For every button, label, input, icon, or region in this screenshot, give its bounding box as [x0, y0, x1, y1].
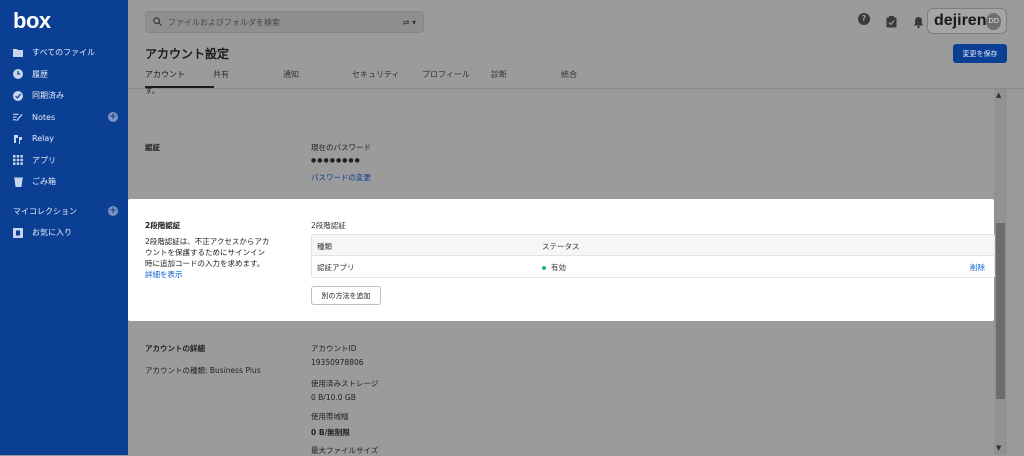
bandwidth-label: 使用帯域幅 — [311, 412, 349, 421]
scroll-thumb[interactable] — [996, 223, 1005, 399]
sidebar-item-label: Relay — [32, 134, 54, 144]
box-logo[interactable]: box — [13, 8, 51, 34]
account-type: アカウントの種類: Business Plus — [145, 366, 261, 375]
sidebar-item-label: お気に入り — [32, 228, 72, 238]
tab-sharing[interactable]: 共有 — [213, 69, 229, 80]
details-link[interactable]: 詳細を表示 — [145, 270, 183, 279]
sidebar-item-label: すべてのファイル — [32, 48, 96, 58]
scroll-up-arrow-icon[interactable]: ▲ — [996, 91, 1001, 99]
account-menu[interactable]: dejiren DD — [927, 8, 1007, 34]
method-type: 認証アプリ — [317, 263, 355, 272]
sidebar-nav: すべてのファイル 履歴 同期済み Notes + Relay アプリ ごみ箱 マ… — [0, 42, 128, 244]
delete-method-link[interactable]: 削除 — [970, 262, 985, 273]
page-title: アカウント設定 — [145, 47, 230, 61]
folder-icon — [13, 48, 23, 58]
sidebar-item-all-files[interactable]: すべてのファイル — [0, 42, 128, 64]
account-id-label: アカウントID — [311, 344, 357, 353]
two-factor-description-text: 2段階認証は、不正アクセスからアカウントを保護するためにサインイン時に追加コード… — [145, 237, 270, 268]
sidebar-item-label: 同期済み — [32, 91, 64, 101]
search-input[interactable]: ファイルおよびフォルダを検索 — [168, 17, 403, 28]
collections-label: マイコレクション — [13, 206, 77, 216]
search-filter-icon[interactable]: ⇌ ▾ — [403, 18, 416, 27]
relay-icon — [13, 134, 23, 144]
column-type: 種類 — [317, 242, 332, 251]
sidebar: box すべてのファイル 履歴 同期済み Notes + Relay アプリ ご… — [0, 0, 128, 455]
brand-logo: dejiren — [934, 12, 987, 29]
table-row: 認証アプリ 有効 削除 — [312, 256, 994, 277]
current-password-label: 現在のパスワード — [311, 143, 371, 152]
notes-icon — [13, 112, 23, 122]
clock-icon — [13, 69, 23, 80]
status-dot-icon — [542, 266, 546, 270]
two-factor-card: 2段階認証 2段階認証は、不正アクセスからアカウントを保護するためにサインイン時… — [128, 199, 995, 321]
notifications-bell-icon[interactable] — [913, 13, 924, 32]
scrollbar[interactable]: ▲ ▼ — [994, 89, 1007, 455]
tab-account[interactable]: アカウント — [145, 69, 185, 80]
sidebar-item-history[interactable]: 履歴 — [0, 64, 128, 86]
add-collection-plus-icon[interactable]: + — [108, 205, 118, 216]
column-status: ステータス — [542, 242, 580, 251]
account-details-title: アカウントの詳細 — [145, 344, 205, 353]
change-password-link[interactable]: パスワードの変更 — [311, 172, 371, 183]
apps-grid-icon — [13, 155, 23, 166]
scroll-down-arrow-icon[interactable]: ▼ — [996, 444, 1001, 452]
tab-notifications[interactable]: 通知 — [283, 69, 299, 80]
truncated-text: す。 — [145, 86, 160, 95]
settings-header: アカウント設定 変更を保存 アカウント 共有 通知 セキュリティ プロフィール … — [128, 42, 1024, 89]
auth-section-title: 認証 — [145, 143, 160, 152]
settings-tabs: アカウント 共有 通知 セキュリティ プロフィール 診断 統合 — [145, 69, 1005, 88]
add-method-button[interactable]: 別の方法を追加 — [311, 286, 381, 305]
check-circle-icon — [13, 90, 23, 101]
max-file-size-label: 最大ファイルサイズ — [311, 446, 379, 455]
sidebar-item-label: Notes — [32, 112, 56, 122]
trash-icon — [13, 177, 23, 187]
search-bar[interactable]: ファイルおよびフォルダを検索 ⇌ ▾ — [145, 11, 424, 33]
sidebar-item-label: ごみ箱 — [32, 177, 56, 187]
two-factor-title: 2段階認証 — [145, 221, 181, 230]
bandwidth-value: 0 B/無制限 — [311, 428, 350, 437]
header-icons: ? — [858, 13, 924, 32]
sidebar-item-label: 履歴 — [32, 69, 48, 79]
help-icon[interactable]: ? — [858, 13, 870, 25]
tab-diagnostics[interactable]: 診断 — [491, 69, 507, 80]
storage-label: 使用済みストレージ — [311, 379, 379, 388]
tab-integrations[interactable]: 統合 — [561, 69, 577, 80]
sidebar-item-collections[interactable]: マイコレクション + — [0, 201, 128, 223]
two-factor-methods-table: 種類 ステータス 認証アプリ 有効 削除 — [311, 234, 995, 278]
sidebar-item-label: アプリ — [32, 155, 56, 165]
status-text: 有効 — [551, 263, 566, 272]
method-status: 有効 — [542, 262, 566, 273]
save-changes-button[interactable]: 変更を保存 — [953, 44, 1007, 63]
tab-profile[interactable]: プロフィール — [422, 69, 470, 80]
table-header: 種類 ステータス — [312, 235, 994, 256]
tasks-clipboard-icon[interactable] — [886, 13, 897, 32]
sidebar-item-synced[interactable]: 同期済み — [0, 85, 128, 107]
top-header: ファイルおよびフォルダを検索 ⇌ ▾ ? dejiren DD — [128, 0, 1024, 42]
two-factor-description: 2段階認証は、不正アクセスからアカウントを保護するためにサインイン時に追加コード… — [145, 236, 270, 280]
storage-value: 0 B/10.0 GB — [311, 393, 356, 402]
sidebar-item-notes[interactable]: Notes + — [0, 107, 128, 129]
avatar: DD — [986, 12, 1001, 30]
add-note-plus-icon[interactable]: + — [108, 111, 118, 122]
search-icon — [153, 16, 162, 28]
sidebar-item-relay[interactable]: Relay — [0, 128, 128, 150]
password-mask: ●●●●●●●● — [311, 157, 361, 164]
sidebar-item-favorites[interactable]: お気に入り — [0, 222, 128, 244]
favorites-icon — [13, 227, 23, 238]
two-factor-table-label: 2段階認証 — [311, 221, 346, 230]
sidebar-item-apps[interactable]: アプリ — [0, 150, 128, 172]
sidebar-item-trash[interactable]: ごみ箱 — [0, 171, 128, 193]
tab-security[interactable]: セキュリティ — [352, 69, 400, 80]
account-id-value: 19350978806 — [311, 358, 364, 367]
